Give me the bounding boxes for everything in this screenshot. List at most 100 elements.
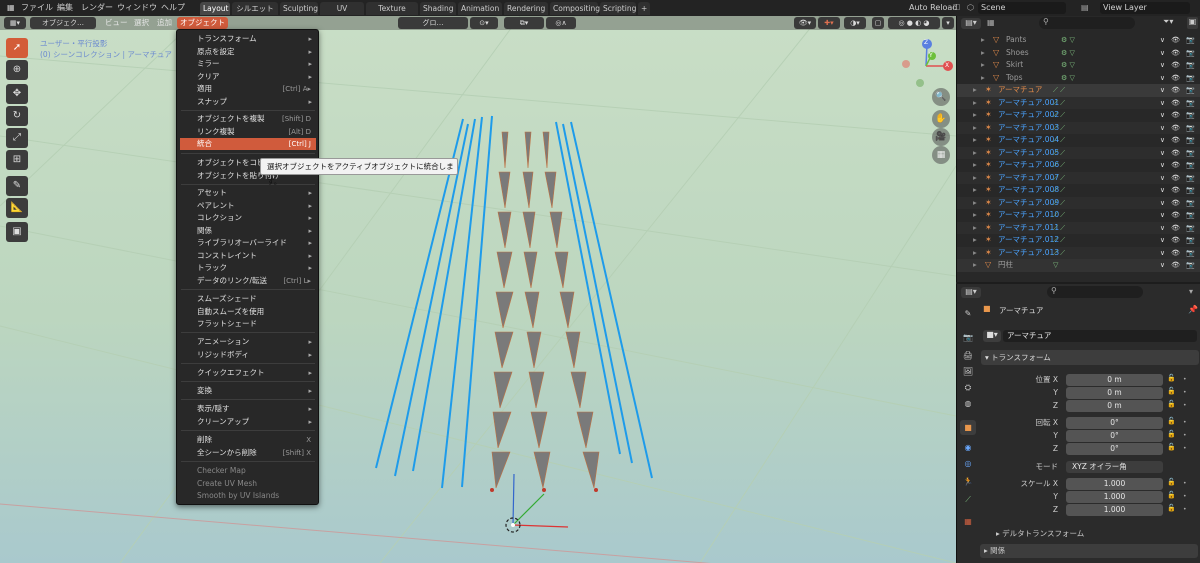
- expand-arrow-icon[interactable]: ▸: [973, 159, 977, 172]
- menu-item-shade-smooth[interactable]: スムーズシェード: [180, 293, 316, 305]
- visibility-icons[interactable]: ∨ 👁 📷: [1160, 222, 1197, 235]
- tab-animation[interactable]: Animation: [458, 2, 502, 15]
- view-layer-selector[interactable]: View Layer: [1100, 2, 1190, 14]
- expand-arrow-icon[interactable]: ▸: [981, 59, 985, 72]
- keyframe-dot-icon[interactable]: •: [1183, 506, 1187, 513]
- menu-render[interactable]: レンダー: [78, 2, 116, 14]
- menu-item-auto-smooth[interactable]: 自動スムーズを使用: [180, 306, 316, 318]
- menu-view[interactable]: ビュー: [102, 17, 131, 29]
- expand-arrow-icon[interactable]: ▸: [973, 134, 977, 147]
- menu-item-shade-flat[interactable]: フラットシェード: [180, 318, 316, 330]
- visibility-icons[interactable]: ∨ 👁 📷: [1160, 209, 1197, 222]
- properties-options-icon[interactable]: ▾: [1189, 287, 1199, 296]
- 3d-viewport[interactable]: ユーザー・平行投影 (0) シーンコレクション | アーマチュア ➚ ⊕ ✥ ↻…: [0, 16, 956, 563]
- transform-orientation-selector[interactable]: グロ…: [398, 17, 468, 29]
- lock-icon[interactable]: 🔓: [1167, 374, 1176, 382]
- menu-window[interactable]: ウィンドウ: [114, 2, 160, 14]
- mode-selector[interactable]: オブジェク…: [30, 17, 96, 29]
- menu-item-join[interactable]: 統合 [Ctrl] J: [180, 138, 316, 150]
- menu-edit[interactable]: 編集: [54, 2, 76, 14]
- add-workspace-button[interactable]: +: [638, 2, 650, 15]
- expand-arrow-icon[interactable]: ▸: [973, 209, 977, 222]
- menu-item-clear[interactable]: クリア ▸: [180, 71, 316, 83]
- menu-item-constraint[interactable]: コンストレイント ▸: [180, 250, 316, 262]
- scale-tool[interactable]: ⤢: [6, 128, 28, 148]
- visibility-icons[interactable]: ∨ 👁 📷: [1160, 134, 1197, 147]
- outliner-row[interactable]: ▸ ✶ アーマチュア.001 ⟋ ⟋ ∨ 👁 📷: [957, 96, 1200, 110]
- outliner-row[interactable]: ▸ ✶ アーマチュア.005 ⟋ ⟋ ∨ 👁 📷: [957, 146, 1200, 159]
- visibility-icons[interactable]: ∨ 👁 📷: [1160, 47, 1197, 60]
- expand-arrow-icon[interactable]: ▸: [973, 247, 977, 260]
- menu-item-link-transfer-data[interactable]: データのリンク/転送 [Ctrl] L▸: [180, 275, 316, 287]
- expand-arrow-icon[interactable]: ▸: [973, 84, 977, 97]
- pan-hand-icon[interactable]: ✋: [932, 110, 950, 128]
- relations-panel[interactable]: ▸ 関係: [980, 544, 1198, 558]
- outliner-row[interactable]: ▸ ✶ アーマチュア.006 ⟋ ⟋ ∨ 👁 📷: [957, 159, 1200, 172]
- keyframe-dot-icon[interactable]: •: [1183, 402, 1187, 409]
- menu-item-mirror[interactable]: ミラー ▸: [180, 58, 316, 70]
- menu-item-set-origin[interactable]: 原点を設定 ▸: [180, 46, 316, 58]
- outliner-row[interactable]: ▸ ✶ アーマチュア.008 ⟋ ⟋ ∨ 👁 📷: [957, 184, 1200, 197]
- properties-editor-type[interactable]: ▤▾: [961, 287, 981, 298]
- keyframe-dot-icon[interactable]: •: [1183, 480, 1187, 487]
- properties-search-input[interactable]: ⚲: [1047, 286, 1143, 298]
- zoom-icon[interactable]: 🔍: [932, 88, 950, 106]
- menu-item-track[interactable]: トラック ▸: [180, 262, 316, 274]
- xray-toggle-icon[interactable]: ▢: [872, 17, 884, 29]
- transform-panel-header[interactable]: ▾ トランスフォーム: [981, 350, 1199, 365]
- outliner-row[interactable]: ▸ ▽ Pants ⚙ ▽ ∨ 👁 📷: [957, 34, 1200, 47]
- outliner-row[interactable]: ▸ ✶ アーマチュア.010 ⟋ ⟋ ∨ 👁 📷: [957, 209, 1200, 222]
- tab-layout[interactable]: Layout: [200, 2, 230, 15]
- filter-icon[interactable]: ⏷▾: [1163, 17, 1173, 27]
- menu-item-delete-globally[interactable]: 全シーンから削除 [Shift] X: [180, 447, 316, 459]
- outliner-row[interactable]: ▸ ▽ Tops ⚙ ▽ ∨ 👁 📷: [957, 72, 1200, 85]
- expand-arrow-icon[interactable]: ▸: [973, 234, 977, 247]
- lock-icon[interactable]: 🔓: [1167, 443, 1176, 451]
- visibility-icons[interactable]: ∨ 👁 📷: [1160, 172, 1197, 185]
- menu-item-asset[interactable]: アセット ▸: [180, 187, 316, 199]
- scene-selector[interactable]: Scene: [978, 2, 1066, 14]
- rotation-y-field[interactable]: 0°: [1066, 430, 1163, 442]
- delta-transform-panel[interactable]: ▸ デルタトランスフォーム: [996, 528, 1084, 539]
- lock-icon[interactable]: 🔓: [1167, 491, 1176, 499]
- snap-selector[interactable]: ⧉▾: [504, 17, 544, 29]
- object-name-field[interactable]: アーマチュア: [1003, 330, 1197, 342]
- expand-arrow-icon[interactable]: ▸: [981, 72, 985, 85]
- outliner-row[interactable]: ▸ ▽ Skirt ⚙ ▽ ∨ 👁 📷: [957, 59, 1200, 72]
- menu-select[interactable]: 選択: [131, 17, 152, 29]
- scale-x-field[interactable]: 1.000: [1066, 478, 1163, 490]
- cursor-tool[interactable]: ⊕: [6, 60, 28, 80]
- outliner-row[interactable]: ▸ ✶ アーマチュア.012 ⟋ ⟋ ∨ 👁 📷: [957, 234, 1200, 247]
- pivot-selector[interactable]: ⊙▾: [470, 17, 498, 29]
- outliner-editor-type[interactable]: ▤▾: [961, 18, 981, 29]
- menu-item-show-hide[interactable]: 表示/隠す ▸: [180, 403, 316, 415]
- keyframe-dot-icon[interactable]: •: [1183, 445, 1187, 452]
- keyframe-dot-icon[interactable]: •: [1183, 493, 1187, 500]
- visibility-icons[interactable]: ∨ 👁 📷: [1160, 184, 1197, 197]
- outliner-row[interactable]: ▸ ✶ アーマチュア.004 ⟋ ⟋ ∨ 👁 📷: [957, 134, 1200, 147]
- visibility-icons[interactable]: ∨ 👁 📷: [1160, 197, 1197, 210]
- rotation-x-field[interactable]: 0°: [1066, 417, 1163, 429]
- outliner-row[interactable]: ▸ ✶ アーマチュア.002 ⟋ ⟋ ∨ 👁 📷: [957, 109, 1200, 122]
- outliner-row[interactable]: ▸ ✶ アーマチュア.007 ⟋ ⟋ ∨ 👁 📷: [957, 171, 1200, 185]
- rotate-tool[interactable]: ↻: [6, 106, 28, 126]
- location-y-field[interactable]: 0 m: [1066, 387, 1163, 399]
- menu-item-rigid-body[interactable]: リジッドボディ ▸: [180, 349, 316, 361]
- rotation-mode-select[interactable]: XYZ オイラー角: [1066, 461, 1163, 473]
- proportional-edit[interactable]: ◎∧: [546, 17, 576, 29]
- overlay-toggle-icon[interactable]: ◑▾: [844, 17, 866, 29]
- menu-item-library-override[interactable]: ライブラリオーバーライド ▸: [180, 237, 316, 249]
- tool-tab-icon[interactable]: ✎: [960, 306, 976, 321]
- texture-tab-icon[interactable]: ▦: [960, 514, 976, 529]
- tab-sculpting[interactable]: Sculpting: [280, 2, 318, 15]
- output-tab-icon[interactable]: 🖨: [960, 348, 976, 363]
- menu-item-transform[interactable]: トランスフォーム ▸: [180, 33, 316, 45]
- location-x-field[interactable]: 0 m: [1066, 374, 1163, 386]
- expand-arrow-icon[interactable]: ▸: [973, 97, 977, 110]
- lock-icon[interactable]: 🔓: [1167, 400, 1176, 408]
- visibility-icons[interactable]: ∨ 👁 📷: [1160, 259, 1197, 272]
- visibility-icons[interactable]: ∨ 👁 📷: [1160, 97, 1197, 110]
- menu-item-apply[interactable]: 適用 [Ctrl] A▸: [180, 83, 316, 95]
- menu-item-quick-effects[interactable]: クイックエフェクト ▸: [180, 367, 316, 379]
- outliner-row[interactable]: ▸ ✶ アーマチュア.011 ⟋ ⟋ ∨ 👁 📷: [957, 221, 1200, 235]
